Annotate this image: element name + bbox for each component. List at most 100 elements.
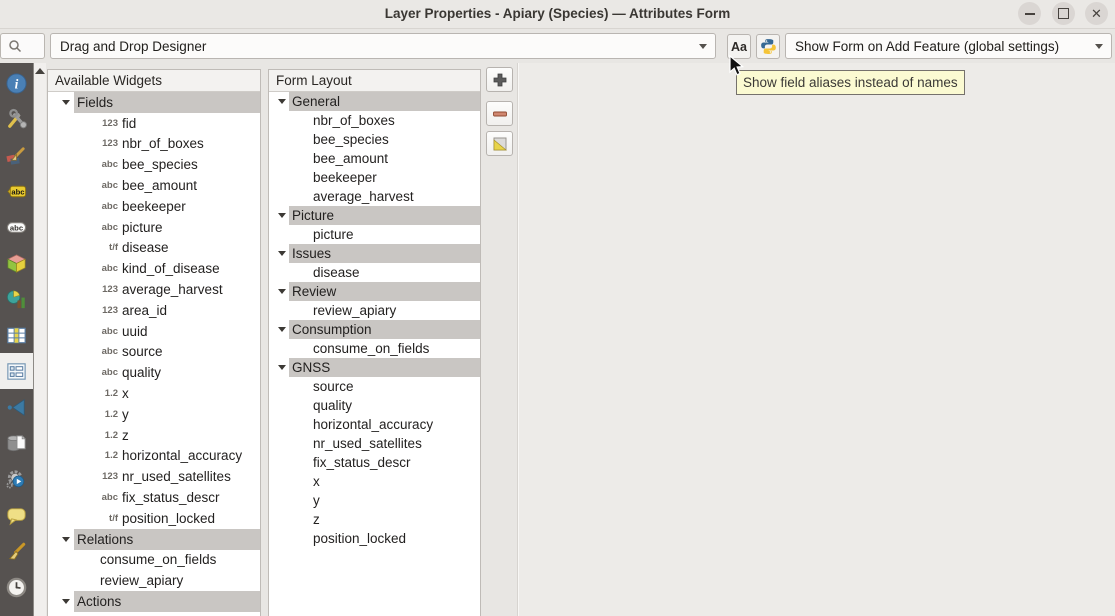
maximize-button[interactable]	[1052, 2, 1075, 25]
group-header-label: GNSS	[289, 358, 480, 377]
tree-item[interactable]: fix_status_descr	[269, 453, 480, 472]
group-header-label: Relations	[74, 529, 260, 550]
tree-item[interactable]: 123nbr_of_boxes	[48, 134, 260, 155]
3d-view-icon	[5, 252, 28, 275]
tab-temporal[interactable]	[0, 569, 33, 605]
tree-item[interactable]: nbr_of_boxes	[269, 111, 480, 130]
tree-item[interactable]: disease	[269, 263, 480, 282]
collapse-arrow-icon[interactable]	[278, 99, 286, 104]
tree-item[interactable]: t/fposition_locked	[48, 508, 260, 529]
group-header[interactable]: Review	[269, 282, 480, 301]
tab-information[interactable]: i	[0, 65, 33, 101]
tree-item[interactable]: position_locked	[269, 529, 480, 548]
group-header[interactable]: Issues	[269, 244, 480, 263]
tab-rendering[interactable]	[0, 533, 33, 569]
tab-labels[interactable]: abc	[0, 173, 33, 209]
tab-diagrams[interactable]	[0, 281, 33, 317]
tree-item[interactable]: abcquality	[48, 362, 260, 383]
tree-item[interactable]: 1.2x	[48, 383, 260, 404]
group-header[interactable]: Fields	[48, 92, 260, 113]
collapse-arrow-icon[interactable]	[278, 213, 286, 218]
tree-item[interactable]: abcbee_species	[48, 154, 260, 175]
tree-item-label: disease	[122, 240, 169, 255]
tree-item-label: fid	[122, 116, 136, 131]
tree-item[interactable]: abcfix_status_descr	[48, 487, 260, 508]
tree-item[interactable]: 1.2horizontal_accuracy	[48, 446, 260, 467]
tab-attributes-form[interactable]	[0, 353, 33, 389]
labels-icon: abc	[5, 180, 28, 203]
joins-icon	[5, 396, 28, 419]
tree-item[interactable]: y	[269, 491, 480, 510]
tree-item-label: x	[313, 474, 320, 489]
tab-masks[interactable]: abc	[0, 209, 33, 245]
collapse-arrow-icon[interactable]	[62, 100, 70, 105]
collapse-arrow-icon[interactable]	[278, 327, 286, 332]
group-header[interactable]: Actions	[48, 591, 260, 612]
designer-select[interactable]: Drag and Drop Designer	[50, 33, 716, 59]
search-input[interactable]	[0, 33, 45, 59]
tree-item[interactable]: average_harvest	[269, 187, 480, 206]
tree-item[interactable]: consume_on_fields	[48, 550, 260, 571]
main-area: i	[0, 63, 1115, 616]
tree-item[interactable]: bee_amount	[269, 149, 480, 168]
group-header[interactable]: Consumption	[269, 320, 480, 339]
group-header[interactable]: GNSS	[269, 358, 480, 377]
tree-item[interactable]: abckind_of_disease	[48, 258, 260, 279]
tree-item[interactable]: t/fdisease	[48, 238, 260, 259]
field-type-icon: abc	[100, 263, 118, 274]
remove-item-button[interactable]	[486, 101, 513, 126]
tree-item-label: consume_on_fields	[100, 552, 216, 567]
group-header[interactable]: Picture	[269, 206, 480, 225]
tab-auxiliary-storage[interactable]	[0, 425, 33, 461]
group-header[interactable]: Relations	[48, 529, 260, 550]
tab-display[interactable]	[0, 497, 33, 533]
tree-item[interactable]: abcbeekeeper	[48, 196, 260, 217]
tree-item[interactable]: picture	[269, 225, 480, 244]
tab-variables[interactable]	[0, 605, 33, 616]
scroll-up-icon[interactable]	[35, 68, 45, 74]
tree-item[interactable]: abcpicture	[48, 217, 260, 238]
tree-item[interactable]: 123nr_used_satellites	[48, 466, 260, 487]
tab-actions[interactable]	[0, 461, 33, 497]
tree-item[interactable]: review_apiary	[269, 301, 480, 320]
tree-item[interactable]: 123fid	[48, 113, 260, 134]
tab-source[interactable]	[0, 101, 33, 137]
python-init-button[interactable]	[756, 34, 780, 59]
minimize-button[interactable]	[1018, 2, 1041, 25]
collapse-arrow-icon[interactable]	[278, 289, 286, 294]
tree-item[interactable]: 1.2z	[48, 425, 260, 446]
form-open-behavior-select[interactable]: Show Form on Add Feature (global setting…	[785, 33, 1112, 59]
tree-item[interactable]: horizontal_accuracy	[269, 415, 480, 434]
collapse-arrow-icon[interactable]	[278, 251, 286, 256]
tree-item[interactable]: x	[269, 472, 480, 491]
close-button[interactable]: ✕	[1085, 2, 1108, 25]
tree-item[interactable]: abcuuid	[48, 321, 260, 342]
collapse-arrow-icon[interactable]	[62, 599, 70, 604]
tree-item[interactable]: bee_species	[269, 130, 480, 149]
tree-item[interactable]: review_apiary	[48, 570, 260, 591]
actions-icon	[5, 468, 28, 491]
tree-item[interactable]: 123area_id	[48, 300, 260, 321]
collapse-arrow-icon[interactable]	[278, 365, 286, 370]
add-container-button[interactable]	[486, 67, 513, 92]
tab-fields[interactable]	[0, 317, 33, 353]
group-header[interactable]: General	[269, 92, 480, 111]
tree-item-label: z	[313, 512, 320, 527]
tree-item[interactable]: abcsource	[48, 342, 260, 363]
tree-item[interactable]: z	[269, 510, 480, 529]
tree-item[interactable]: beekeeper	[269, 168, 480, 187]
tree-item[interactable]: 123average_harvest	[48, 279, 260, 300]
tree-item[interactable]: quality	[269, 396, 480, 415]
tree-item[interactable]: nr_used_satellites	[269, 434, 480, 453]
tree-item[interactable]: source	[269, 377, 480, 396]
dialog-scrollbar[interactable]	[33, 63, 46, 616]
tree-item[interactable]: abcbee_amount	[48, 175, 260, 196]
change-container-button[interactable]	[486, 131, 513, 156]
tree-item[interactable]: consume_on_fields	[269, 339, 480, 358]
collapse-arrow-icon[interactable]	[62, 537, 70, 542]
tab-symbology[interactable]	[0, 137, 33, 173]
tree-item-label: fix_status_descr	[313, 455, 411, 470]
tab-joins[interactable]	[0, 389, 33, 425]
tab-3d-view[interactable]	[0, 245, 33, 281]
tree-item[interactable]: 1.2y	[48, 404, 260, 425]
